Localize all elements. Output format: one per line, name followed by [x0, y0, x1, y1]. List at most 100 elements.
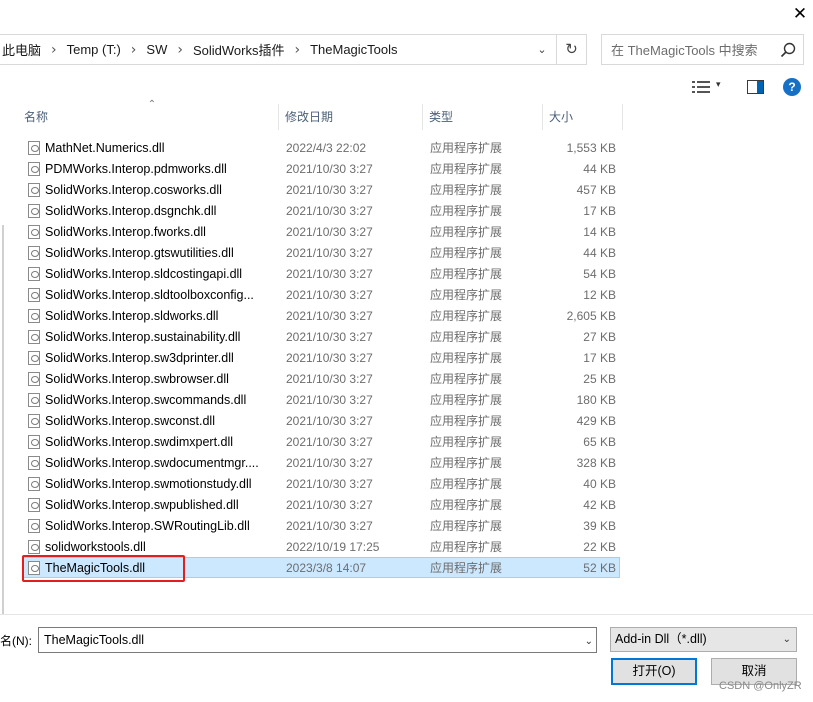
dll-file-icon [28, 498, 40, 512]
file-row[interactable]: SolidWorks.Interop.swdimxpert.dll 2021/10… [23, 431, 620, 452]
breadcrumb-themagictools[interactable]: TheMagicTools [308, 42, 399, 57]
refresh-icon[interactable]: ↻ [557, 34, 587, 65]
breadcrumb-this-pc[interactable]: 此电脑 [0, 40, 43, 59]
file-type: 应用程序扩展 [430, 477, 503, 491]
column-header-date[interactable]: 修改日期 [279, 104, 423, 130]
file-row[interactable]: SolidWorks.Interop.fworks.dll 2021/10/30 … [23, 221, 620, 242]
dll-file-icon [28, 330, 40, 344]
file-type: 应用程序扩展 [430, 309, 503, 323]
filename-label: 名(N): [0, 634, 32, 648]
breadcrumb-temp-drive[interactable]: Temp (T:) [65, 42, 123, 57]
file-type: 应用程序扩展 [430, 225, 503, 239]
file-row[interactable]: TheMagicTools.dll 2023/3/8 14:07 应用程序扩展 52 … [22, 555, 620, 582]
file-row[interactable]: SolidWorks.Interop.gtswutilities.dll 2021… [23, 242, 620, 263]
file-date: 2022/10/19 17:25 [286, 540, 380, 554]
file-row[interactable]: SolidWorks.Interop.sldcostingapi.dll 2021… [23, 263, 620, 284]
dll-file-icon [28, 393, 40, 407]
breadcrumb-separator-icon[interactable]: › [286, 42, 308, 58]
breadcrumb-separator-icon[interactable]: › [123, 42, 145, 58]
file-size: 44 KB [583, 162, 616, 176]
preview-pane-icon[interactable] [747, 80, 764, 94]
column-header-name[interactable]: 名称 [18, 104, 279, 130]
chevron-down-icon[interactable]: ⌄ [783, 628, 791, 651]
file-row[interactable]: SolidWorks.Interop.swdocumentmgr.... 2021… [23, 452, 620, 473]
file-date: 2021/10/30 3:27 [286, 288, 373, 302]
file-size: 14 KB [583, 225, 616, 239]
file-row[interactable]: SolidWorks.Interop.swbrowser.dll 2021/10/… [23, 368, 620, 389]
view-details-icon[interactable] [692, 80, 710, 94]
file-row[interactable]: SolidWorks.Interop.swcommands.dll 2021/10… [23, 389, 620, 410]
file-type: 应用程序扩展 [430, 204, 503, 218]
file-row[interactable]: solidworkstools.dll 2022/10/19 17:25 应用程序扩… [23, 536, 620, 557]
file-row[interactable]: SolidWorks.Interop.swmotionstudy.dll 2021… [23, 473, 620, 494]
file-row[interactable]: SolidWorks.Interop.dsgnchk.dll 2021/10/30… [23, 200, 620, 221]
help-icon[interactable]: ? [783, 78, 801, 96]
file-name: TheMagicTools.dll [45, 561, 146, 575]
file-row[interactable]: PDMWorks.Interop.pdmworks.dll 2021/10/30 … [23, 158, 620, 179]
file-type: 应用程序扩展 [430, 414, 503, 428]
column-header-size[interactable]: 大小 [543, 104, 623, 130]
file-date: 2021/10/30 3:27 [286, 351, 373, 365]
breadcrumb-separator-icon[interactable]: › [43, 42, 65, 58]
file-row[interactable]: SolidWorks.Interop.sustainability.dll 202… [23, 326, 620, 347]
breadcrumb-sw[interactable]: SW [144, 42, 169, 57]
file-type: 应用程序扩展 [430, 183, 503, 197]
file-date: 2021/10/30 3:27 [286, 456, 373, 470]
breadcrumb-solidworks-plugins[interactable]: SolidWorks插件 [191, 40, 287, 59]
file-type: 应用程序扩展 [430, 498, 503, 512]
file-type: 应用程序扩展 [430, 372, 503, 386]
file-type: 应用程序扩展 [430, 540, 503, 554]
file-name: SolidWorks.Interop.swmotionstudy.dll [45, 477, 252, 491]
file-date: 2021/10/30 3:27 [286, 246, 373, 260]
dll-file-icon [28, 225, 40, 239]
file-date: 2021/10/30 3:27 [286, 519, 373, 533]
filetype-select[interactable]: Add-in Dll（*.dll) ⌄ [610, 627, 797, 652]
file-date: 2021/10/30 3:27 [286, 309, 373, 323]
file-row[interactable]: SolidWorks.Interop.SWRoutingLib.dll 2021/… [23, 515, 620, 536]
dll-file-icon [28, 183, 40, 197]
filename-input[interactable]: TheMagicTools.dll ⌄ [38, 627, 597, 653]
dll-file-icon [28, 246, 40, 260]
file-row[interactable]: SolidWorks.Interop.swpublished.dll 2021/1… [23, 494, 620, 515]
file-name: SolidWorks.Interop.swdimxpert.dll [45, 435, 234, 449]
file-row[interactable]: SolidWorks.Interop.cosworks.dll 2021/10/3… [23, 179, 620, 200]
file-name: SolidWorks.Interop.sldcostingapi.dll [45, 267, 243, 281]
search-icon[interactable] [779, 41, 797, 59]
address-bar[interactable]: 此电脑 › Temp (T:) › SW › SolidWorks插件 › Th… [0, 34, 557, 65]
dll-file-icon [28, 414, 40, 428]
file-name: SolidWorks.Interop.swdocumentmgr.... [45, 456, 259, 470]
column-header-type[interactable]: 类型 [423, 104, 543, 130]
file-name: SolidWorks.Interop.sldtoolboxconfig... [45, 288, 254, 302]
chevron-down-icon[interactable]: ⌄ [532, 40, 552, 60]
file-size: 44 KB [583, 246, 616, 260]
file-type: 应用程序扩展 [430, 330, 503, 344]
file-list: ⌃ 名称 修改日期 类型 大小 MathNet.Numerics.dll 2022… [5, 100, 813, 616]
dll-file-icon [28, 456, 40, 470]
file-size: 2,605 KB [566, 309, 616, 323]
file-size: 180 KB [576, 393, 616, 407]
file-type: 应用程序扩展 [430, 351, 503, 365]
search-input[interactable]: 在 TheMagicTools 中搜索 [601, 34, 804, 65]
file-row[interactable]: SolidWorks.Interop.sldtoolboxconfig... 20… [23, 284, 620, 305]
file-row[interactable]: SolidWorks.Interop.swconst.dll 2021/10/30… [23, 410, 620, 431]
toolbar: ▾ ? [0, 72, 813, 102]
open-button[interactable]: 打开(O) [611, 658, 697, 685]
file-name: MathNet.Numerics.dll [45, 141, 165, 155]
chevron-down-icon[interactable]: ⌄ [585, 630, 593, 654]
file-type: 应用程序扩展 [430, 561, 503, 575]
file-row[interactable]: MathNet.Numerics.dll 2022/4/3 22:02 应用程序扩展… [23, 137, 620, 158]
breadcrumb-separator-icon[interactable]: › [169, 42, 191, 58]
file-name: SolidWorks.Interop.swpublished.dll [45, 498, 239, 512]
chevron-down-icon[interactable]: ▾ [716, 80, 721, 90]
file-size: 25 KB [583, 372, 616, 386]
file-row[interactable]: SolidWorks.Interop.sldworks.dll 2021/10/3… [23, 305, 620, 326]
file-date: 2021/10/30 3:27 [286, 183, 373, 197]
dll-file-icon [28, 477, 40, 491]
file-row[interactable]: SolidWorks.Interop.sw3dprinter.dll 2021/1… [23, 347, 620, 368]
column-headers: 名称 修改日期 类型 大小 [5, 104, 813, 130]
file-size: 39 KB [583, 519, 616, 533]
file-name: SolidWorks.Interop.fworks.dll [45, 225, 206, 239]
file-name: solidworkstools.dll [45, 540, 146, 554]
file-type: 应用程序扩展 [430, 162, 503, 176]
close-icon[interactable]: ✕ [789, 3, 811, 25]
